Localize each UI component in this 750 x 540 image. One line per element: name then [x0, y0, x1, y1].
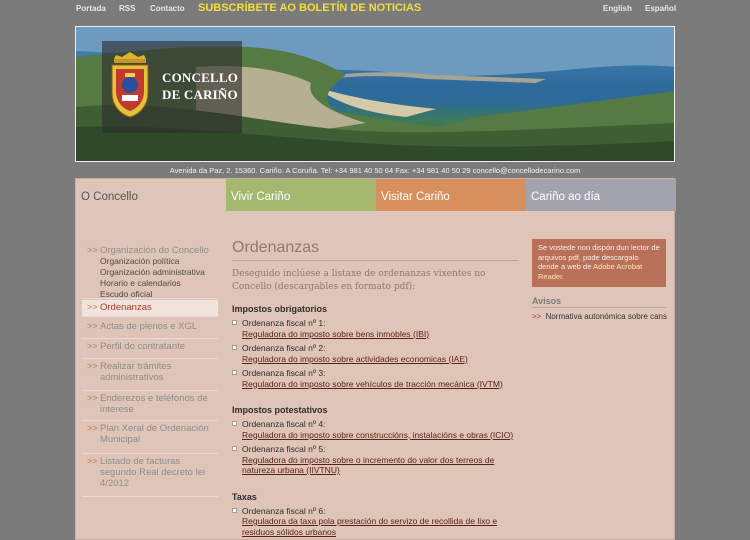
- nav-portada-link[interactable]: Portada: [76, 4, 106, 13]
- tab-visitar-carino[interactable]: Visitar Cariño: [376, 179, 526, 211]
- language-english-link[interactable]: English: [603, 4, 632, 13]
- ordinance-link[interactable]: Reguladora do imposto sobre bens inmoble…: [242, 329, 518, 340]
- sidebar-item-enderezos[interactable]: >> Enderezos e teléfonos de interese: [82, 391, 218, 421]
- sidebar-item-label: Plan Xeral de Ordenación Municipal: [100, 423, 209, 445]
- concello-logo[interactable]: CONCELLO DE CARIÑO: [102, 41, 242, 133]
- tab-carino-ao-dia[interactable]: Cariño ao día: [526, 179, 676, 211]
- coat-of-arms-icon: [111, 52, 149, 118]
- logo-line-2: DE CARIÑO: [162, 87, 238, 102]
- ordinance-label: Ordenanza fiscal nº 3:: [242, 368, 326, 378]
- intro-text: Deseguido inclúese a listaxe de ordenanz…: [232, 269, 486, 292]
- double-chevron-icon: >>: [87, 341, 98, 351]
- avisos-heading: Avisos: [532, 296, 666, 308]
- avisos-link[interactable]: >> Normativa autonómica sobre cans: [532, 312, 672, 321]
- sidebar-item-organizacion: >> Organización do Concello Organización…: [82, 243, 218, 299]
- submenu-item-organizacion-administrativa[interactable]: Organización administrativa: [100, 267, 218, 278]
- list-item: Ordenanza fiscal nº 4: Reguladora do imp…: [232, 419, 518, 440]
- section-heading: Taxas: [232, 491, 257, 502]
- main-content: Ordenanzas Deseguido inclúese a listaxe …: [232, 239, 518, 537]
- sidebar-item-tramites[interactable]: >> Realizar trámites administrativos: [82, 359, 218, 391]
- ordinance-label: Ordenanza fiscal nº 5:: [242, 444, 326, 454]
- logo-line-1: CONCELLO: [162, 70, 239, 85]
- square-bullet-icon: [232, 345, 237, 350]
- nav-contacto-link[interactable]: Contacto: [150, 4, 185, 13]
- sidebar-item-label: Actas de plenos e XGL: [100, 321, 198, 332]
- ordinance-link[interactable]: Reguladora do imposto sobre vehículos de…: [242, 379, 518, 390]
- contact-address: Avenida da Paz, 2. 15360. Cariño. A Coru…: [169, 166, 581, 175]
- list-item: Ordenanza fiscal nº 2: Reguladora do imp…: [232, 343, 518, 364]
- ordinance-label: Ordenanza fiscal nº 6:: [242, 505, 326, 516]
- double-chevron-icon: >>: [87, 393, 98, 403]
- section-tabs: O Concello Vivir Cariño Visitar Cariño C…: [76, 179, 676, 211]
- sidebar-item-ordenanzas[interactable]: >> Ordenanzas: [82, 300, 218, 317]
- sidebar-menu: >> Organización do Concello Organización…: [82, 243, 218, 497]
- submenu-item-escudo-oficial[interactable]: Escudo oficial: [100, 289, 218, 300]
- tab-vivir-carino[interactable]: Vivir Cariño: [226, 179, 376, 211]
- ordinance-link[interactable]: Reguladora da taxa pola prestación do se…: [242, 516, 518, 537]
- double-chevron-icon: >>: [87, 321, 98, 331]
- double-chevron-icon: >>: [87, 423, 98, 433]
- sidebar-submenu: Organización política Organización admin…: [100, 256, 218, 300]
- newsletter-subscribe-link[interactable]: SUBSCRÍBETE AO BOLETÍN DE NOTICIAS: [198, 2, 421, 14]
- sidebar-item-label: Listado de facturas segundo Real decreto…: [100, 456, 206, 489]
- page-title: Ordenanzas: [232, 239, 518, 261]
- square-bullet-icon: [232, 446, 237, 451]
- language-espanol-link[interactable]: Español: [645, 4, 676, 13]
- sidebar-item-perfil-contratante[interactable]: >> Perfil do contratante: [82, 339, 218, 359]
- sidebar-item-label: Ordenanzas: [100, 302, 152, 313]
- sidebar-item-actas[interactable]: >> Actas de plenos e XGL: [82, 319, 218, 339]
- section-heading: Impostos obrigatorios: [232, 304, 328, 314]
- ordinance-label: Ordenanza fiscal nº 1:: [242, 318, 326, 328]
- double-chevron-icon: >>: [87, 456, 98, 466]
- ordinance-link[interactable]: Reguladora do imposto sobre o incremento…: [242, 455, 518, 476]
- list-item: Ordenanza fiscal nº 6: Reguladora da tax…: [232, 506, 518, 538]
- sidebar-item-facturas[interactable]: >> Listado de facturas segundo Real decr…: [82, 454, 218, 497]
- ordinance-label: Ordenanza fiscal nº 2:: [242, 343, 326, 353]
- main-panel: O Concello Vivir Cariño Visitar Cariño C…: [75, 178, 676, 540]
- sidebar-item-label: Enderezos e teléfonos de interese: [100, 393, 208, 415]
- header-banner: CONCELLO DE CARIÑO: [75, 26, 675, 162]
- double-chevron-icon: >>: [87, 302, 98, 312]
- avisos-item-label: Normativa autonómica sobre cans: [545, 312, 667, 321]
- ordinance-label: Ordenanza fiscal nº 4:: [242, 419, 326, 429]
- pdf-reader-notice: Se vostede non dispón dun lector de arqu…: [532, 239, 666, 287]
- list-item: Ordenanza fiscal nº 1: Reguladora do imp…: [232, 318, 518, 339]
- sidebar-item-plan-xeral[interactable]: >> Plan Xeral de Ordenación Municipal: [82, 421, 218, 454]
- ordinance-link[interactable]: Reguladora do imposto sobre construcción…: [242, 430, 518, 441]
- section-heading: Impostos potestativos: [232, 405, 328, 415]
- submenu-item-organizacion-politica[interactable]: Organización política: [100, 256, 218, 267]
- nav-rss-link[interactable]: RSS: [119, 4, 135, 13]
- sidebar-item-label: Realizar trámites administrativos: [100, 361, 172, 383]
- double-chevron-icon: >>: [532, 312, 542, 321]
- tab-o-concello[interactable]: O Concello: [76, 179, 226, 211]
- sidebar-item-label: Perfil do contratante: [100, 341, 186, 352]
- list-item: Ordenanza fiscal nº 5: Reguladora do imp…: [232, 444, 518, 476]
- top-navigation: Portada RSS Contacto SUBSCRÍBETE AO BOLE…: [0, 0, 750, 18]
- square-bullet-icon: [232, 507, 237, 513]
- square-bullet-icon: [232, 370, 237, 375]
- square-bullet-icon: [232, 320, 237, 325]
- double-chevron-icon: >>: [87, 245, 98, 255]
- submenu-item-horario-calendarios[interactable]: Horario e calendarios: [100, 278, 218, 289]
- double-chevron-icon: >>: [87, 361, 98, 371]
- square-bullet-icon: [232, 421, 237, 426]
- sidebar-item-label[interactable]: Organización do Concello: [100, 245, 218, 256]
- list-item: Ordenanza fiscal nº 3: Reguladora do imp…: [232, 368, 518, 389]
- ordinance-link[interactable]: Reguladora do imposto sobre actividades …: [242, 354, 518, 365]
